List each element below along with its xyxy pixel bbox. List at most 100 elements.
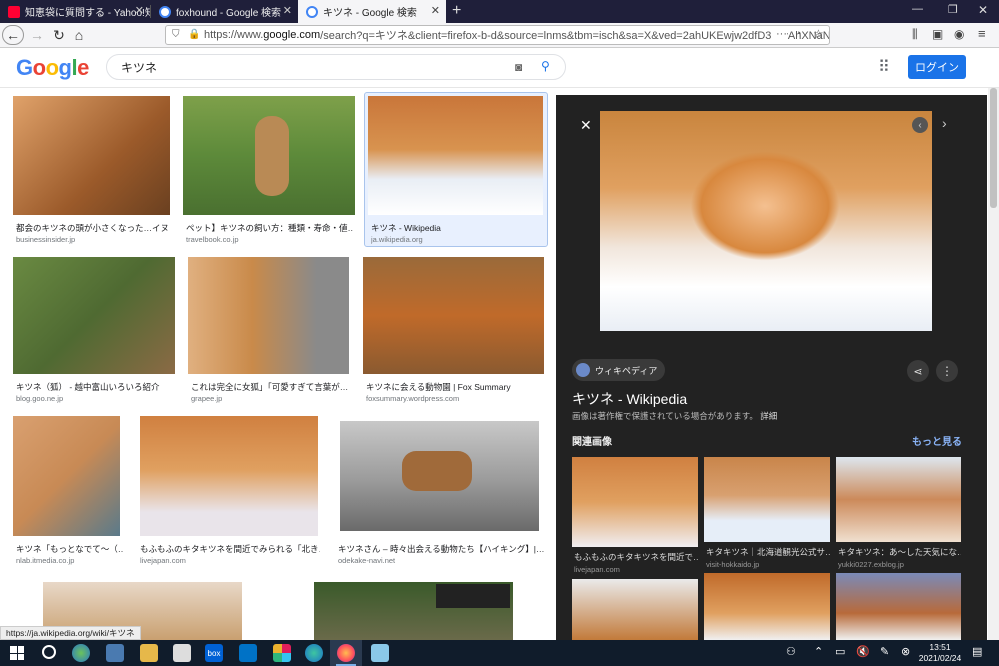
result-caption[interactable]: キツネ「もっとなでて～（…	[16, 543, 124, 555]
search-circle-icon[interactable]	[42, 645, 56, 659]
result-thumbnail[interactable]	[363, 257, 544, 374]
login-button[interactable]: ログイン	[908, 55, 966, 79]
related-thumbnail[interactable]	[704, 457, 830, 542]
minimize-window-button[interactable]: —	[912, 3, 923, 15]
result-thumbnail[interactable]	[13, 96, 170, 215]
account-icon[interactable]: ◉	[954, 27, 964, 41]
preview-image[interactable]	[600, 111, 932, 331]
related-thumbnail[interactable]	[572, 579, 698, 640]
start-windows-icon[interactable]	[10, 646, 24, 660]
tab-yahoo-chiebukuro[interactable]: 知恵袋に質問する - Yahoo!知恵 ✕	[0, 0, 150, 23]
result-thumbnail[interactable]	[140, 416, 318, 536]
tab-bar: 知恵袋に質問する - Yahoo!知恵 ✕ foxhound - Google …	[0, 0, 999, 23]
more-link[interactable]: もっと見る	[912, 433, 962, 448]
home-button[interactable]: ⌂	[68, 25, 90, 45]
result-thumbnail[interactable]	[13, 416, 120, 536]
search-icon[interactable]: ⚲	[541, 59, 550, 73]
clock-time: 13:51	[929, 642, 951, 652]
restore-window-button[interactable]: ❐	[948, 3, 958, 16]
result-source: nlab.itmedia.co.jp	[16, 556, 75, 565]
close-tab-icon[interactable]: ✕	[431, 4, 440, 17]
maps-app-icon[interactable]	[72, 644, 90, 662]
url-domain: google.com	[263, 29, 321, 41]
new-tab-button[interactable]: +	[452, 2, 461, 20]
close-tab-icon[interactable]: ✕	[135, 4, 144, 17]
result-thumbnail[interactable]	[188, 257, 349, 374]
scrollbar-thumb[interactable]	[990, 88, 997, 208]
file-explorer-icon[interactable]	[140, 644, 158, 662]
status-url: https://ja.wikipedia.org/wiki/キツネ	[0, 626, 141, 640]
google-logo[interactable]: Google	[16, 55, 89, 81]
result-thumbnail[interactable]	[340, 421, 539, 531]
app-icon[interactable]	[371, 644, 389, 662]
result-caption[interactable]: キツネ（狐） - 越中富山いろいろ紹介	[16, 381, 176, 393]
lock-icon[interactable]: 🔒	[188, 29, 200, 40]
people-icon[interactable]: ⚇	[786, 645, 796, 658]
tab-foxhound[interactable]: foxhound - Google 検索 ✕	[151, 0, 298, 23]
reload-button[interactable]: ↻	[48, 25, 70, 45]
result-caption[interactable]: キツネさん – 時々出会える動物たち【ハイキング】|…	[338, 543, 544, 555]
result-caption[interactable]: キツネに会える動物園 | Fox Summary	[366, 381, 544, 393]
apps-grid-icon[interactable]: ⠿	[878, 57, 890, 77]
result-thumbnail[interactable]	[13, 257, 175, 374]
result-caption[interactable]: もふもふのキタキツネを間近でみられる「北き…	[140, 543, 320, 555]
tab-kitsune[interactable]: キツネ - Google 検索 ✕	[298, 0, 446, 23]
box-app-icon[interactable]: box	[205, 644, 223, 662]
notification-badge-icon[interactable]: ⊗	[901, 645, 910, 658]
source-badge-label: ウィキペディア	[595, 365, 658, 376]
related-source: visit-hokkaido.jp	[706, 560, 760, 569]
forward-button[interactable]: →	[26, 25, 48, 45]
back-button[interactable]: ←	[2, 25, 24, 45]
previous-image-icon[interactable]: ‹	[912, 117, 928, 133]
show-hidden-icons-chevron-icon[interactable]: ⌃	[814, 645, 823, 658]
related-caption[interactable]: もふもふのキタキツネを間近で…	[574, 551, 698, 563]
search-query[interactable]: キツネ	[121, 59, 157, 76]
google-favicon-icon	[306, 5, 318, 18]
result-thumbnail[interactable]	[368, 96, 543, 215]
result-caption[interactable]: これは完全に女狐」「可愛すぎて言葉が…	[191, 381, 349, 393]
outlook-icon[interactable]	[239, 644, 257, 662]
bookmark-star-icon[interactable]: ☆	[813, 27, 824, 41]
details-link[interactable]: 詳細	[760, 411, 777, 421]
edge-icon[interactable]	[305, 644, 323, 662]
page-actions-icon[interactable]: ···	[772, 28, 787, 40]
related-thumbnail[interactable]	[836, 457, 961, 542]
related-thumbnail[interactable]	[572, 457, 698, 547]
library-icon[interactable]: ⫼	[912, 27, 918, 42]
network-icon[interactable]: ▭	[835, 645, 845, 658]
camera-search-icon[interactable]: ◙	[515, 60, 522, 74]
volume-muted-icon[interactable]: 🔇	[856, 645, 870, 658]
slack-icon[interactable]	[273, 644, 291, 662]
close-window-button[interactable]: ✕	[978, 3, 988, 17]
tracking-shield-icon[interactable]: ⛉	[172, 29, 180, 40]
firefox-icon[interactable]	[337, 644, 355, 662]
close-panel-icon[interactable]: ✕	[580, 117, 592, 134]
related-thumbnail[interactable]	[836, 573, 961, 640]
share-icon[interactable]: ⋖	[907, 360, 929, 382]
related-source: livejapan.com	[574, 565, 620, 574]
related-caption[interactable]: キタキツネ：あ～した天気にな…	[838, 546, 961, 558]
result-caption[interactable]: 都会のキツネの頭が小さくなった…イヌ…	[16, 222, 170, 234]
related-caption[interactable]: キタキツネ｜北海道観光公式サ…	[706, 546, 830, 558]
panel-title[interactable]: キツネ - Wikipedia	[572, 389, 687, 409]
result-thumbnail[interactable]	[183, 96, 355, 215]
close-tab-icon[interactable]: ✕	[283, 4, 292, 17]
address-bar[interactable]: ⛉ 🔒 https://www. google.com/search?q=キツネ&…	[165, 25, 830, 45]
app-icon[interactable]	[106, 644, 124, 662]
more-options-icon[interactable]: ⋮	[936, 360, 958, 382]
pocket-icon[interactable]: ◔	[795, 28, 802, 40]
search-box[interactable]: キツネ ◙ ⚲	[106, 54, 566, 80]
result-caption[interactable]: ペット】キツネの飼い方：種類・寿命・値…	[186, 222, 354, 234]
result-thumbnail[interactable]	[314, 582, 513, 640]
store-icon[interactable]	[173, 644, 191, 662]
related-thumbnail[interactable]	[704, 573, 830, 640]
source-badge[interactable]: ウィキペディア	[572, 359, 666, 381]
sidebar-icon[interactable]: ▣	[932, 27, 943, 41]
clock[interactable]: 13:51 2021/02/24	[918, 642, 962, 664]
menu-icon[interactable]: ≡	[978, 26, 986, 41]
pen-icon[interactable]: ✎	[880, 645, 889, 658]
result-caption[interactable]: キツネ - Wikipedia	[371, 222, 541, 234]
action-center-icon[interactable]: ▤	[972, 645, 982, 658]
page-scrollbar[interactable]	[988, 88, 999, 640]
next-image-icon[interactable]: ›	[942, 115, 947, 131]
